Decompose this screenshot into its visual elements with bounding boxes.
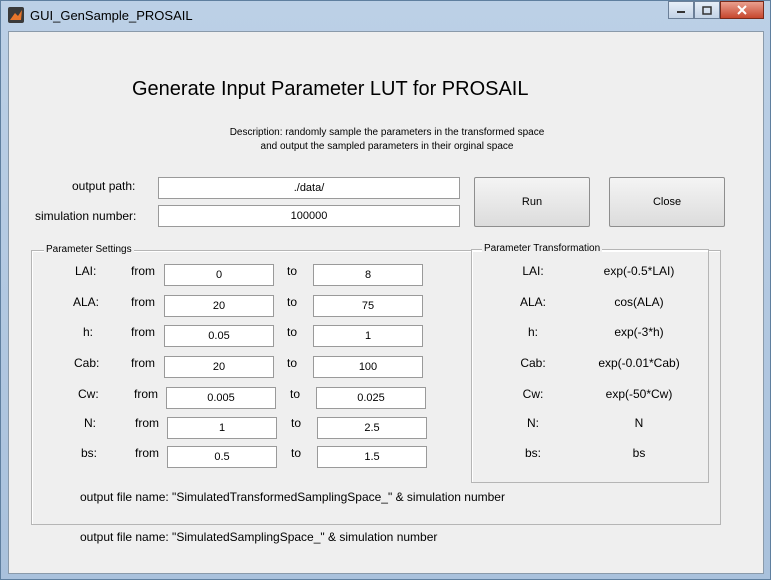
to-label: to [287,356,298,370]
transform-expr-n: N [634,416,644,430]
to-label: to [287,325,298,339]
transform-expr-ala: cos(ALA) [614,295,664,309]
description-line-1: Description: randomly sample the paramet… [229,127,545,138]
maximize-icon [702,5,712,15]
from-label: from [131,325,155,339]
from-label: from [134,387,158,401]
transform-label-h: h: [527,325,538,339]
transform-label-cw: Cw: [522,387,544,401]
ala-from-input[interactable]: 20 [164,295,274,317]
to-label: to [291,446,302,460]
minimize-icon [677,11,685,13]
transform-expr-h: exp(-3*h) [614,325,664,339]
ala-to-input[interactable]: 75 [313,295,423,317]
app-window: GUI_GenSample_PROSAIL Generate Input Par… [0,0,771,580]
transform-label-n: N: [527,416,539,430]
transform-expr-bs: bs [632,446,646,460]
from-label: from [135,416,159,430]
from-label: from [135,446,159,460]
param-label-cab: Cab: [74,356,100,370]
from-label: from [131,356,155,370]
transform-expr-lai: exp(-0.5*LAI) [603,264,675,278]
n-to-input[interactable]: 2.5 [317,417,427,439]
to-label: to [287,295,298,309]
cw-from-input[interactable]: 0.005 [166,387,276,409]
cab-from-input[interactable]: 20 [164,356,274,378]
lai-from-input[interactable]: 0 [164,264,274,286]
to-label: to [290,387,301,401]
transform-expr-cw: exp(-50*Cw) [605,387,673,401]
figure-panel: Generate Input Parameter LUT for PROSAIL… [8,31,764,574]
output-path-input[interactable]: ./data/ [158,177,460,199]
description-line-2: and output the sampled parameters in the… [260,141,514,152]
from-label: from [131,295,155,309]
to-label: to [291,416,302,430]
param-label-lai: LAI: [75,264,97,278]
param-label-bs: bs: [81,446,98,460]
cw-to-input[interactable]: 0.025 [316,387,426,409]
bs-to-input[interactable]: 1.5 [317,446,427,468]
maximize-button[interactable] [694,1,720,19]
parameter-transformation-title: Parameter Transformation [482,243,603,254]
param-label-cw: Cw: [78,387,99,401]
transform-label-bs: bs: [524,446,541,460]
title-bar[interactable]: GUI_GenSample_PROSAIL [1,1,770,31]
close-window-button[interactable] [720,1,764,19]
transform-label-cab: Cab: [520,356,546,370]
run-button[interactable]: Run [474,177,590,227]
to-label: to [287,264,298,278]
transform-label-lai: LAI: [522,264,544,278]
parameter-settings-title: Parameter Settings [44,244,134,255]
page-title: Generate Input Parameter LUT for PROSAIL [132,78,529,100]
minimize-button[interactable] [668,1,694,19]
cab-to-input[interactable]: 100 [313,356,423,378]
h-to-input[interactable]: 1 [313,325,423,347]
simulation-number-input[interactable]: 100000 [158,205,460,227]
window-title: GUI_GenSample_PROSAIL [30,8,193,23]
output-path-label: output path: [72,179,136,193]
bs-from-input[interactable]: 0.5 [167,446,277,468]
param-label-h: h: [83,325,94,339]
close-button[interactable]: Close [609,177,725,227]
transformed-output-file-name: output file name: "SimulatedTransformedS… [80,490,505,504]
close-icon [737,5,747,15]
n-from-input[interactable]: 1 [167,417,277,439]
matlab-icon [8,7,24,23]
lai-to-input[interactable]: 8 [313,264,423,286]
simulation-number-label: simulation number: [35,209,137,223]
transform-expr-cab: exp(-0.01*Cab) [598,356,680,370]
h-from-input[interactable]: 0.05 [164,325,274,347]
param-label-ala: ALA: [73,295,100,309]
transform-label-ala: ALA: [519,295,546,309]
output-file-name: output file name: "SimulatedSamplingSpac… [80,530,438,544]
from-label: from [131,264,155,278]
param-label-n: N: [84,416,96,430]
